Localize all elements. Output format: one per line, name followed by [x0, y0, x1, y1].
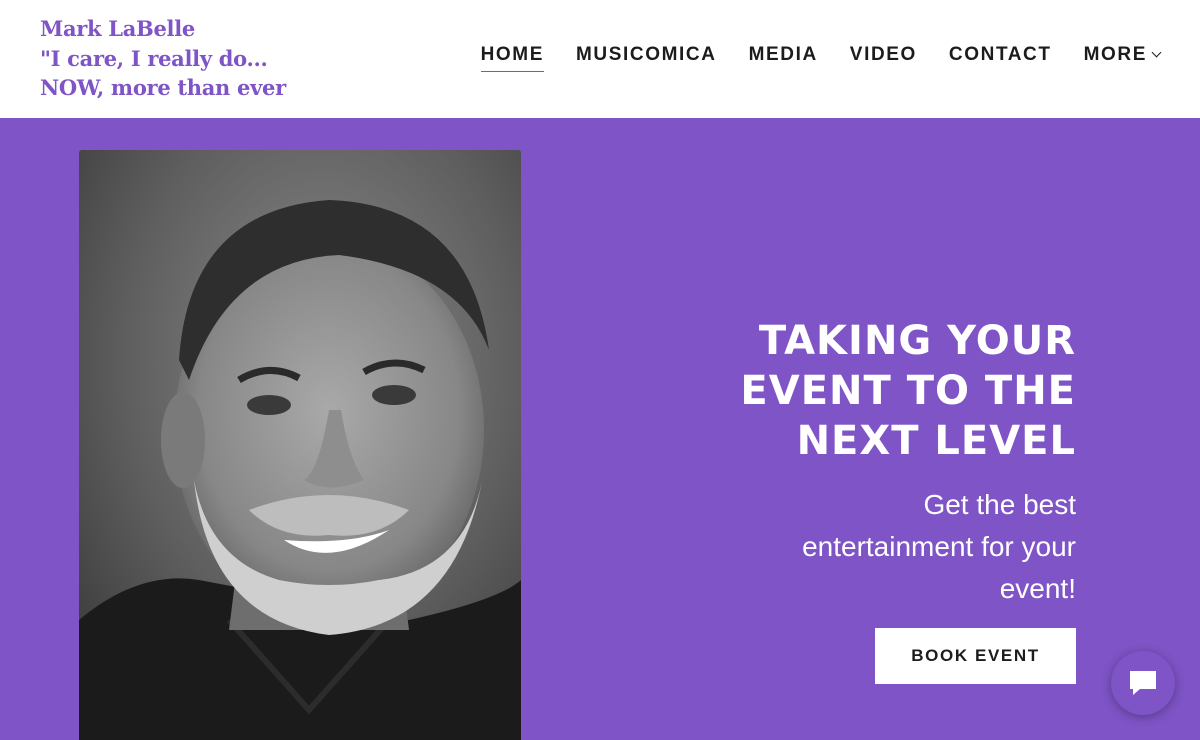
hero-text-block: TAKING YOUR EVENT TO THE NEXT LEVEL Get … — [636, 316, 1076, 610]
site-header: Mark LaBelle "I care, I really do... NOW… — [0, 0, 1200, 118]
nav-item-musicomica[interactable]: MUSICOMICA — [576, 44, 717, 72]
portrait-photo — [79, 150, 521, 740]
subhead-line-3: event! — [999, 573, 1076, 604]
logo-line-1: Mark LaBelle — [40, 16, 195, 41]
headline-line-1: TAKING YOUR — [758, 318, 1076, 364]
portrait-illustration — [79, 150, 521, 740]
nav-more-label: MORE — [1083, 44, 1147, 65]
hero-section: TAKING YOUR EVENT TO THE NEXT LEVEL Get … — [0, 118, 1200, 740]
nav-item-media[interactable]: MEDIA — [749, 44, 818, 72]
headline-line-2: EVENT TO THE — [740, 368, 1076, 414]
hero-subhead: Get the best entertainment for your even… — [636, 484, 1076, 610]
subhead-line-1: Get the best — [923, 489, 1076, 520]
chat-bubble-icon — [1130, 671, 1156, 695]
main-nav: HOME MUSICOMICA MEDIA VIDEO CONTACT MORE — [480, 44, 1162, 72]
site-logo[interactable]: Mark LaBelle "I care, I really do... NOW… — [40, 14, 286, 103]
nav-item-contact[interactable]: CONTACT — [949, 44, 1052, 72]
logo-line-2: "I care, I really do... — [40, 45, 268, 71]
hero-headline: TAKING YOUR EVENT TO THE NEXT LEVEL — [636, 316, 1076, 466]
subhead-line-2: entertainment for your — [802, 531, 1076, 562]
nav-item-home[interactable]: HOME — [480, 44, 545, 72]
book-event-button[interactable]: BOOK EVENT — [875, 628, 1076, 684]
chevron-down-icon — [1151, 47, 1162, 58]
nav-item-video[interactable]: VIDEO — [850, 44, 917, 72]
nav-item-more[interactable]: MORE — [1083, 44, 1162, 72]
chat-widget-button[interactable] — [1111, 651, 1175, 715]
logo-line-3: NOW, more than ever — [40, 75, 286, 100]
headline-line-3: NEXT LEVEL — [796, 418, 1076, 464]
